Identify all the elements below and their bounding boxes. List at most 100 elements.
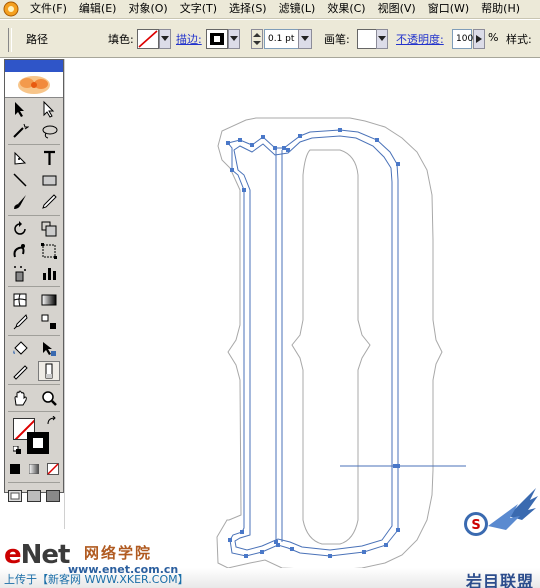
standard-screen-mode-button[interactable] bbox=[5, 486, 24, 506]
menu-select[interactable]: 选择(S) bbox=[223, 0, 273, 18]
brush-label: 画笔: bbox=[324, 33, 350, 46]
opacity-percent: % bbox=[488, 31, 499, 44]
blend-tool-button[interactable] bbox=[38, 312, 60, 332]
mesh-icon bbox=[13, 293, 26, 307]
chevron-right-icon bbox=[476, 35, 482, 43]
rotate-tool-button[interactable] bbox=[9, 219, 31, 239]
tool-row bbox=[5, 191, 63, 213]
paintbrush-tool-button[interactable] bbox=[9, 192, 31, 212]
stroke-box[interactable] bbox=[27, 432, 49, 454]
tools-panel-logo bbox=[5, 72, 63, 98]
stepper-icon bbox=[253, 33, 261, 45]
opacity-input[interactable]: 100 bbox=[452, 29, 473, 49]
pen-icon bbox=[14, 151, 26, 165]
eyedropper-tool-button[interactable] bbox=[9, 312, 31, 332]
selection-tool-button[interactable] bbox=[9, 99, 31, 119]
svg-text:S: S bbox=[471, 518, 480, 533]
menu-bar: 文件(F) 编辑(E) 对象(O) 文字(T) 选择(S) 滤镜(L) 效果(C… bbox=[0, 0, 540, 19]
symbol-sprayer-tool-button[interactable] bbox=[9, 263, 31, 283]
free-transform-icon bbox=[40, 243, 57, 259]
fill-swatch[interactable] bbox=[137, 29, 159, 49]
lasso-tool-button[interactable] bbox=[38, 121, 60, 141]
opacity-label[interactable]: 不透明度: bbox=[396, 31, 444, 47]
type-tool-button[interactable] bbox=[38, 148, 60, 168]
menu-edit[interactable]: 编辑(E) bbox=[73, 0, 123, 18]
fill-stroke-widget[interactable] bbox=[5, 414, 63, 458]
gradient-mode-button[interactable] bbox=[24, 459, 43, 479]
stroke-color-icon bbox=[210, 33, 224, 45]
menu-object[interactable]: 对象(O) bbox=[122, 0, 173, 18]
chevron-down-icon bbox=[230, 36, 238, 41]
anchor-points bbox=[226, 128, 400, 558]
menu-effect[interactable]: 效果(C) bbox=[321, 0, 371, 18]
live-paint-bucket-tool-button[interactable] bbox=[9, 339, 31, 359]
eraser-icon bbox=[45, 363, 52, 379]
tool-row bbox=[5, 98, 63, 120]
menu-file[interactable]: 文件(F) bbox=[24, 0, 73, 18]
screen-mode-icon bbox=[26, 490, 41, 502]
canvas-edge bbox=[64, 59, 65, 529]
site-logo-text: 岩目联盟 bbox=[466, 572, 535, 588]
scale-tool-button[interactable] bbox=[38, 219, 60, 239]
tools-panel-titlebar[interactable] bbox=[5, 60, 63, 72]
slice-tool-button[interactable] bbox=[9, 361, 31, 381]
control-bar-grip[interactable] bbox=[8, 28, 12, 52]
menu-view[interactable]: 视图(V) bbox=[372, 0, 422, 18]
full-screen-mode-button[interactable] bbox=[44, 486, 63, 506]
pencil-tool-button[interactable] bbox=[38, 192, 60, 212]
mesh-tool-button[interactable] bbox=[9, 290, 31, 310]
site-wings-logo-icon: S bbox=[464, 488, 538, 536]
menu-filter[interactable]: 滤镜(L) bbox=[273, 0, 322, 18]
menu-window[interactable]: 窗口(W) bbox=[422, 0, 475, 18]
selection-icon bbox=[14, 102, 24, 117]
direct-selection-tool-button[interactable] bbox=[38, 99, 60, 119]
gradient-tool-button[interactable] bbox=[38, 290, 60, 310]
app-icon[interactable] bbox=[2, 1, 20, 17]
free-transform-tool-button[interactable] bbox=[38, 241, 60, 261]
style-label: 样式: bbox=[506, 33, 532, 46]
full-screen-menu-mode-button[interactable] bbox=[24, 486, 43, 506]
gradient-icon bbox=[28, 464, 39, 474]
none-mode-button[interactable] bbox=[44, 459, 63, 479]
menu-help[interactable]: 帮助(H) bbox=[475, 0, 526, 18]
stroke-label[interactable]: 描边: bbox=[176, 31, 202, 47]
color-mode-row bbox=[5, 458, 63, 480]
menu-type[interactable]: 文字(T) bbox=[174, 0, 223, 18]
outer-outline-path bbox=[216, 117, 443, 571]
live-paint-selection-tool-button[interactable] bbox=[38, 339, 60, 359]
chevron-down-icon bbox=[378, 36, 386, 41]
zoom-tool-button[interactable] bbox=[38, 388, 60, 408]
column-graph-tool-button[interactable] bbox=[38, 263, 60, 283]
tools-panel bbox=[4, 59, 64, 502]
fill-dropdown[interactable] bbox=[159, 29, 171, 49]
tool-row bbox=[5, 120, 63, 142]
no-fill-icon bbox=[138, 30, 158, 48]
paintbrush-icon bbox=[13, 195, 26, 209]
swap-arrow-icon[interactable] bbox=[47, 416, 57, 426]
magic-wand-tool-button[interactable] bbox=[9, 121, 31, 141]
color-mode-button[interactable] bbox=[5, 459, 24, 479]
warp-tool-button[interactable] bbox=[9, 241, 31, 261]
default-colors-icon[interactable] bbox=[13, 446, 21, 454]
tool-row bbox=[5, 169, 63, 191]
tool-row bbox=[5, 262, 63, 284]
hand-tool-button[interactable] bbox=[9, 388, 31, 408]
tool-row bbox=[5, 147, 63, 169]
line-segment-tool-button[interactable] bbox=[9, 170, 31, 190]
rectangle-tool-button[interactable] bbox=[38, 170, 60, 190]
pen-tool-button[interactable] bbox=[9, 148, 31, 168]
direct-selection-icon bbox=[43, 100, 54, 118]
stroke-swatch[interactable] bbox=[206, 29, 228, 49]
stroke-weight-dropdown[interactable] bbox=[298, 29, 312, 49]
stroke-weight-stepper[interactable] bbox=[251, 29, 263, 49]
line-segment-icon bbox=[12, 173, 27, 187]
eraser-tool-button[interactable] bbox=[37, 361, 60, 381]
tool-row bbox=[5, 311, 63, 333]
gradient-icon bbox=[41, 294, 56, 306]
stroke-dropdown[interactable] bbox=[228, 29, 240, 49]
upload-credit: 上传于【新客网 WWW.XKER.COM】 bbox=[4, 573, 189, 586]
brush-dropdown[interactable] bbox=[376, 29, 388, 49]
brush-swatch[interactable] bbox=[357, 29, 377, 49]
counter-outline-path bbox=[291, 149, 371, 545]
opacity-slider-button[interactable] bbox=[473, 29, 485, 49]
